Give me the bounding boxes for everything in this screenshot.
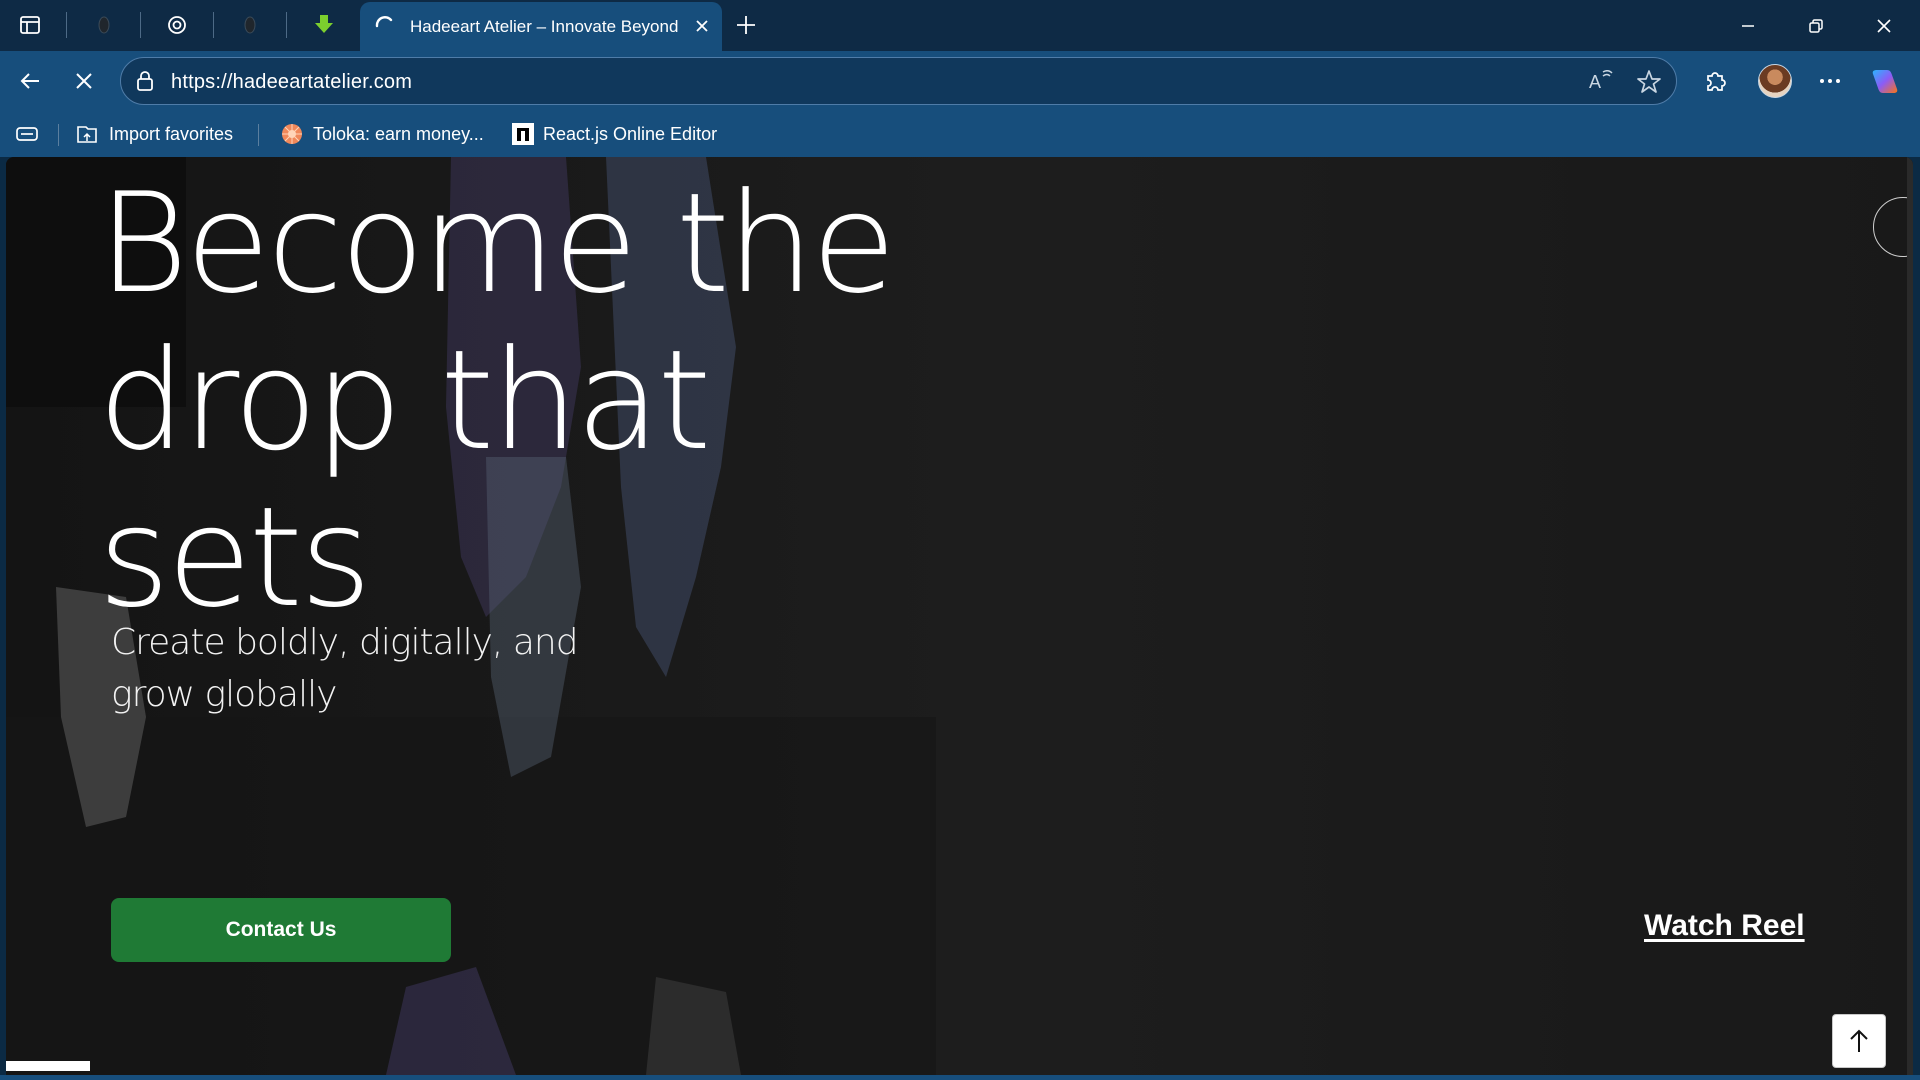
avatar — [1758, 64, 1792, 98]
plus-icon — [737, 16, 755, 34]
address-bar[interactable]: https://hadeeartatelier.com A — [120, 57, 1677, 105]
page-scrollbar[interactable] — [1907, 157, 1913, 1075]
stop-loading-button[interactable] — [64, 61, 104, 101]
contact-us-button[interactable]: Contact Us — [111, 898, 451, 962]
url-text[interactable]: https://hadeeartatelier.com — [171, 71, 412, 94]
toloka-icon — [280, 122, 304, 146]
close-window-button[interactable] — [1850, 0, 1918, 51]
more-dots-icon — [1820, 79, 1840, 83]
window-bottom-edge — [0, 1075, 1920, 1080]
scroll-to-top-button[interactable] — [1832, 1014, 1886, 1068]
read-aloud-icon[interactable]: A — [1588, 70, 1614, 92]
svg-text:A: A — [1589, 72, 1601, 92]
page-viewport: Become the drop that sets Create boldly,… — [6, 157, 1913, 1075]
tab-separator — [286, 12, 287, 38]
bookmark-label: Import favorites — [109, 123, 234, 144]
chatgpt-icon — [168, 16, 186, 34]
collections-icon — [16, 127, 38, 141]
pinned-tab-download[interactable] — [302, 8, 346, 42]
close-tab-button[interactable] — [692, 16, 712, 36]
minimize-button[interactable] — [1714, 0, 1782, 51]
hero-subtitle: Create boldly, digitally, and grow globa… — [111, 622, 579, 715]
tab-separator — [140, 12, 141, 38]
close-icon — [696, 20, 708, 32]
watch-reel-link[interactable]: Watch Reel — [1644, 909, 1805, 943]
bookmark-import-favorites[interactable]: Import favorites — [74, 120, 233, 148]
bookmark-react-editor[interactable]: React.js Online Editor — [512, 120, 717, 148]
back-arrow-icon — [20, 73, 39, 89]
loading-spinner-icon — [375, 16, 393, 28]
browser-toolbar: https://hadeeartatelier.com A — [0, 51, 1920, 111]
pinned-tab-chatgpt[interactable] — [155, 8, 199, 42]
pinned-tab-1[interactable] — [82, 8, 126, 42]
restore-icon — [1809, 18, 1823, 33]
new-tab-button[interactable] — [728, 8, 764, 42]
back-button[interactable] — [10, 61, 50, 101]
extensions-button[interactable] — [1693, 61, 1737, 101]
bookmark-separator — [258, 124, 259, 146]
tab-actions-icon — [20, 16, 40, 34]
bookmark-label: Toloka: earn money... — [313, 123, 484, 144]
tab-separator — [213, 12, 214, 38]
close-icon — [76, 73, 92, 89]
active-tab[interactable]: Hadeeart Atelier – Innovate Beyond — [360, 2, 722, 51]
copilot-icon — [1872, 70, 1898, 93]
tab-actions-button[interactable] — [8, 8, 52, 42]
puzzle-piece-icon — [1707, 72, 1726, 91]
dark-favicon-icon — [98, 16, 110, 34]
arrow-up-icon — [1850, 1029, 1868, 1052]
favorite-star-icon[interactable] — [1636, 69, 1662, 95]
pinned-tab-2[interactable] — [228, 8, 272, 42]
restore-button[interactable] — [1782, 0, 1850, 51]
minimize-icon — [1742, 24, 1754, 27]
bookmarks-bar: Import favorites Toloka: earn money... R… — [0, 111, 1920, 157]
download-arrow-icon — [315, 15, 333, 33]
hero-title-line: Become the — [98, 163, 896, 324]
bookmark-separator — [58, 124, 59, 146]
close-icon — [1877, 18, 1891, 33]
title-bar: Hadeeart Atelier – Innovate Beyond — [0, 0, 1920, 51]
tab-separator — [66, 12, 67, 38]
more-menu-button[interactable] — [1808, 61, 1852, 101]
profile-button[interactable] — [1753, 61, 1797, 101]
dark-favicon-icon — [244, 16, 256, 34]
n-logo-icon — [512, 122, 534, 146]
bookmark-label: React.js Online Editor — [543, 123, 718, 144]
hero-title-line: drop that sets — [98, 320, 711, 638]
tab-title: Hadeeart Atelier – Innovate Beyond — [410, 16, 679, 36]
hero-title: Become the drop that sets — [98, 165, 998, 636]
bookmark-toloka[interactable]: Toloka: earn money... — [280, 120, 484, 148]
collections-button[interactable] — [14, 120, 40, 148]
import-icon — [74, 122, 100, 146]
copilot-button[interactable] — [1863, 61, 1907, 101]
scroll-progress-bar — [6, 1061, 90, 1071]
lock-icon — [137, 71, 153, 91]
